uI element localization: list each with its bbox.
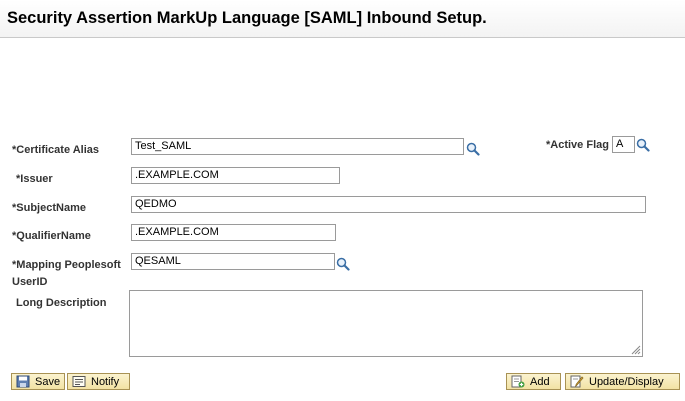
- mapping-userid-label-line1: *Mapping Peoplesoft: [12, 259, 121, 271]
- active-flag-input[interactable]: [612, 136, 635, 153]
- active-flag-label: *Active Flag: [546, 139, 609, 151]
- certificate-alias-input[interactable]: [131, 138, 464, 155]
- notify-icon: [72, 376, 86, 387]
- mapping-userid-input[interactable]: [131, 253, 335, 270]
- page-title: Security Assertion MarkUp Language [SAML…: [7, 9, 487, 27]
- update-display-button-label: Update/Display: [589, 375, 664, 388]
- notify-button-label: Notify: [91, 375, 120, 388]
- subject-name-label: *SubjectName: [12, 202, 86, 214]
- qualifier-name-input[interactable]: [131, 224, 336, 241]
- add-button-label: Add: [530, 375, 550, 388]
- notify-button[interactable]: Notify: [67, 373, 130, 390]
- page-header: Security Assertion MarkUp Language [SAML…: [0, 0, 685, 38]
- issuer-label: *Issuer: [16, 173, 53, 185]
- save-button[interactable]: Save: [11, 373, 65, 390]
- long-description-textarea[interactable]: [129, 290, 643, 357]
- long-description-label: Long Description: [16, 297, 107, 309]
- certificate-alias-label: *Certificate Alias: [12, 144, 100, 156]
- subject-name-input[interactable]: [131, 196, 646, 213]
- active-flag-lookup-icon[interactable]: [636, 138, 650, 152]
- update-display-button[interactable]: Update/Display: [565, 373, 680, 390]
- mapping-userid-label-line2: UserID: [12, 276, 48, 288]
- floppy-disk-icon: [16, 375, 30, 388]
- edit-pencil-icon: [570, 375, 584, 388]
- resize-grip-icon[interactable]: [630, 344, 641, 355]
- add-page-icon: [511, 375, 525, 388]
- save-button-label: Save: [35, 375, 61, 388]
- issuer-input[interactable]: [131, 167, 340, 184]
- qualifier-name-label: *QualifierName: [12, 230, 91, 242]
- add-button[interactable]: Add: [506, 373, 561, 390]
- certificate-alias-lookup-icon[interactable]: [466, 142, 480, 156]
- mapping-userid-lookup-icon[interactable]: [336, 257, 350, 271]
